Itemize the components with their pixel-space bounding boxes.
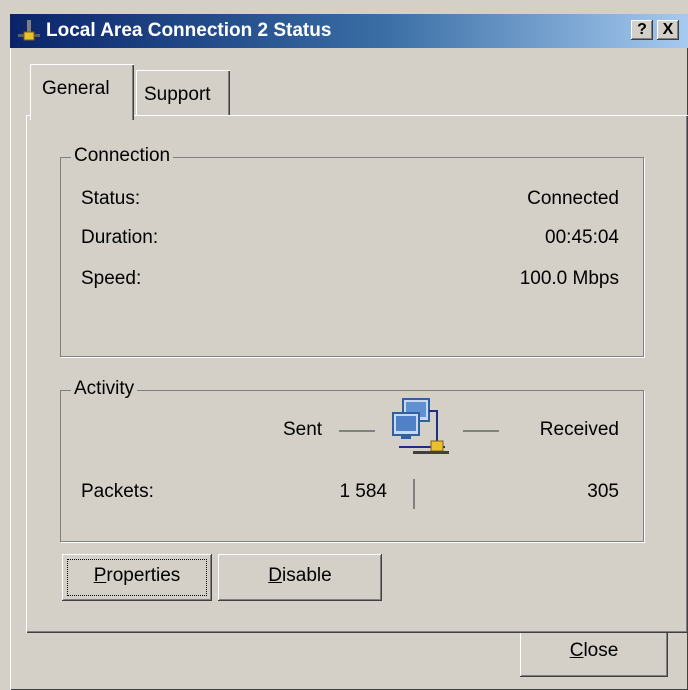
- speed-label: Speed:: [81, 268, 142, 289]
- status-value: Connected: [527, 188, 619, 209]
- close-button[interactable]: Close: [520, 629, 668, 677]
- activity-legend: Activity: [71, 378, 138, 400]
- tab-support-label: Support: [144, 84, 211, 105]
- activity-group: Activity Sent Received Packets: 1 584 30…: [60, 378, 644, 542]
- disable-accel: D: [268, 565, 283, 586]
- window-title: Local Area Connection 2 Status: [46, 20, 332, 41]
- properties-button[interactable]: Properties: [62, 554, 212, 601]
- sent-label: Sent: [283, 419, 323, 440]
- close-accel: C: [569, 640, 584, 661]
- tab-general-label: General: [42, 78, 110, 99]
- packets-received-value: 305: [587, 481, 619, 502]
- packets-label: Packets:: [81, 481, 154, 502]
- received-line: [463, 430, 499, 432]
- tab-general[interactable]: General: [30, 64, 134, 120]
- activity-divider: [413, 479, 415, 509]
- close-label: lose: [583, 640, 619, 661]
- disable-button[interactable]: Disable: [218, 554, 382, 601]
- received-label: Received: [539, 419, 619, 440]
- help-button[interactable]: ?: [631, 20, 653, 40]
- title-close-button[interactable]: X: [657, 20, 679, 40]
- status-label: Status:: [81, 188, 141, 209]
- speed-value: 100.0 Mbps: [519, 268, 619, 289]
- tab-support[interactable]: Support: [136, 70, 230, 120]
- duration-label: Duration:: [81, 227, 159, 248]
- title-bar[interactable]: Local Area Connection 2 Status ? X: [10, 14, 688, 48]
- network-plug-icon: [18, 20, 40, 41]
- general-tab-panel: Connection Status: Connected Duration: 0…: [26, 115, 688, 633]
- network-connection-icon: [392, 398, 449, 454]
- status-dialog: Local Area Connection 2 Status ? X Gener…: [10, 14, 688, 690]
- connection-group: Connection Status: Connected Duration: 0…: [60, 145, 644, 357]
- properties-label: roperties: [106, 565, 181, 586]
- disable-label: isable: [282, 565, 332, 586]
- connection-legend: Connection: [71, 145, 174, 167]
- sent-line: [339, 430, 375, 432]
- packets-sent-value: 1 584: [339, 481, 387, 502]
- duration-value: 00:45:04: [545, 227, 619, 248]
- properties-accel: P: [93, 565, 107, 586]
